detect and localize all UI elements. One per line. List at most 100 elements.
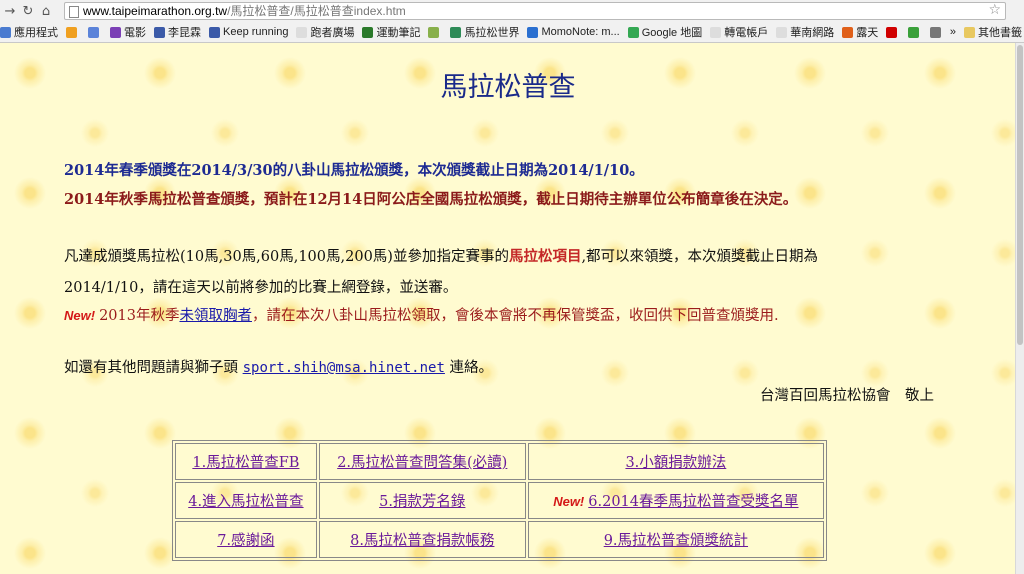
bookmark-item[interactable]: Google 地圖 bbox=[627, 24, 703, 40]
bookmark-label: 華南網路 bbox=[790, 27, 835, 39]
bookmark-icon bbox=[886, 26, 898, 38]
bookmark-icon bbox=[450, 26, 462, 38]
bookmark-item[interactable] bbox=[428, 26, 442, 38]
signoff: 台灣百回馬拉松協會 敬上 bbox=[760, 388, 934, 404]
links-cell: 2.馬拉松普查問答集(必讀) bbox=[318, 443, 526, 480]
bookmark-icon bbox=[627, 26, 639, 38]
award-paragraph: 凡達成頒獎馬拉松(10馬,30馬,60馬,100馬,200馬)並參加指定賽事的馬… bbox=[64, 245, 818, 266]
contact-email-link[interactable]: sport.shih@msa.hinet.net bbox=[243, 360, 445, 376]
bookmark-item[interactable]: 馬拉松世界 bbox=[450, 24, 519, 40]
page-viewport: 馬拉松普查 2014年春季頒獎在2014/3/30的八卦山馬拉松頒獎，本次頒獎截… bbox=[0, 43, 1016, 574]
folder-icon bbox=[964, 26, 975, 38]
link-donation-method[interactable]: 3.小額捐款辦法 bbox=[625, 455, 726, 471]
bookmark-label: Google 地圖 bbox=[641, 27, 703, 39]
bookmark-icon bbox=[88, 26, 99, 38]
link-award-stats[interactable]: 9.馬拉松普查頒獎統計 bbox=[604, 533, 748, 549]
spring-notice: 2014年春季頒獎在2014/3/30的八卦山馬拉松頒獎，本次頒獎截止日期為20… bbox=[64, 162, 644, 179]
bookmark-item[interactable]: 運動筆記 bbox=[362, 24, 420, 40]
bookmark-item[interactable] bbox=[66, 26, 80, 38]
award-text-c: ,都可以來領獎，本次頒獎截止日期為 bbox=[581, 249, 819, 265]
bookmark-label: 馬拉松世界 bbox=[464, 27, 520, 39]
links-row: 7.感謝函 8.馬拉松普查捐款帳務 9.馬拉松普查頒獎統計 bbox=[175, 521, 824, 558]
links-cell: 8.馬拉松普查捐款帳務 bbox=[318, 521, 526, 558]
bookmark-icon bbox=[527, 26, 539, 38]
reload-icon[interactable]: ↻ bbox=[20, 2, 36, 20]
bookmarks-bar: 應用程式 電影 李昆霖 Keep running 跑者廣場 運動筆記 馬拉松世界 MomoNo… bbox=[0, 22, 1024, 42]
link-award-list[interactable]: 6.2014春季馬拉松普查受獎名單 bbox=[588, 494, 798, 510]
links-row: 1.馬拉松普查FB 2.馬拉松普查問答集(必讀) 3.小額捐款辦法 bbox=[175, 443, 824, 480]
link-faq[interactable]: 2.馬拉松普查問答集(必讀) bbox=[337, 455, 507, 471]
vertical-scrollbar[interactable] bbox=[1015, 43, 1024, 574]
bookmark-item[interactable]: 李昆霖 bbox=[154, 24, 201, 40]
links-cell: 7.感謝函 bbox=[175, 521, 317, 558]
bookmark-label: 李昆霖 bbox=[168, 27, 201, 39]
link-enter-census[interactable]: 4.進入馬拉松普查 bbox=[188, 494, 303, 510]
bookmark-icon bbox=[362, 26, 374, 38]
bookmark-label: 電影 bbox=[124, 27, 146, 39]
bookmark-item[interactable] bbox=[88, 26, 102, 38]
bookmarks-overflow: » 其他書籤 bbox=[945, 22, 1022, 42]
url-host: www.taipeimarathon.org.tw bbox=[83, 4, 228, 18]
contact-line: 如還有其他問題請與獅子頭 sport.shih@msa.hinet.net 連絡… bbox=[64, 356, 493, 377]
bookmark-label: 露天 bbox=[856, 27, 879, 39]
bookmark-item[interactable]: 露天 bbox=[842, 24, 878, 40]
bookmark-icon bbox=[209, 26, 220, 38]
bookmark-star-icon[interactable]: ☆ bbox=[988, 2, 1001, 18]
address-bar[interactable]: www.taipeimarathon.org.tw/馬拉松普查/馬拉松普查ind… bbox=[64, 2, 1006, 20]
autumn-notice: 2014年秋季馬拉松普查頒獎，預計在12月14日阿公店全國馬拉松頒獎，截止日期待… bbox=[64, 191, 798, 208]
bookmark-item[interactable] bbox=[908, 26, 922, 38]
bookmark-item[interactable]: 華南網路 bbox=[776, 24, 834, 40]
forward-icon[interactable]: → bbox=[2, 2, 18, 20]
unclaimed-link[interactable]: 未領取胸者 bbox=[179, 308, 252, 324]
award-text-a: 凡達成頒獎馬拉松(10馬,30馬,60馬,100馬,200馬)並參加指定賽事的 bbox=[64, 249, 509, 265]
more-bookmarks-button[interactable]: » bbox=[950, 26, 956, 38]
bookmark-item[interactable]: Keep running bbox=[209, 26, 288, 38]
link-donor-list[interactable]: 5.捐款芳名錄 bbox=[379, 494, 465, 510]
links-cell: 1.馬拉松普查FB bbox=[175, 443, 317, 480]
bookmark-label: 跑者廣場 bbox=[310, 27, 355, 39]
scrollbar-thumb[interactable] bbox=[1017, 45, 1023, 345]
link-marathon-fb[interactable]: 1.馬拉松普查FB bbox=[192, 455, 299, 471]
bookmark-item[interactable] bbox=[886, 26, 900, 38]
bookmark-item[interactable]: MomoNote: m... bbox=[527, 26, 620, 38]
marathon-item-highlight: 馬拉松項目 bbox=[508, 248, 582, 265]
bookmark-icon bbox=[66, 26, 77, 38]
bookmark-label: Keep running bbox=[223, 26, 289, 38]
contact-text-a: 如還有其他問題請與獅子頭 bbox=[64, 360, 238, 376]
link-thank-you-letter[interactable]: 7.感謝函 bbox=[217, 533, 274, 549]
bookmark-icon bbox=[428, 26, 440, 38]
bookmark-icon bbox=[710, 26, 722, 38]
bookmark-label: 轉電帳戶 bbox=[724, 27, 769, 39]
links-cell: 5.捐款芳名錄 bbox=[318, 482, 526, 519]
bookmark-icon bbox=[930, 26, 942, 38]
page-title: 馬拉松普查 bbox=[440, 72, 576, 103]
new-badge: New! bbox=[64, 308, 96, 323]
home-icon[interactable]: ⌂ bbox=[38, 2, 54, 20]
bookmark-item[interactable] bbox=[930, 26, 944, 38]
new-notice: New! 2013年秋季未領取胸者，請在本次八卦山馬拉松領取，會後本會將不再保管獎… bbox=[64, 304, 779, 325]
bookmark-icon bbox=[110, 26, 121, 38]
links-table: 1.馬拉松普查FB 2.馬拉松普查問答集(必讀) 3.小額捐款辦法 4.進入馬拉… bbox=[172, 440, 827, 561]
bookmark-label: MomoNote: m... bbox=[541, 26, 620, 38]
deadline-paragraph: 2014/1/10，請在這天以前將參加的比賽上網登錄，並送審。 bbox=[64, 280, 458, 296]
other-bookmarks-button[interactable]: 其他書籤 bbox=[978, 24, 1022, 40]
links-cell: 3.小額捐款辦法 bbox=[527, 443, 824, 480]
bookmark-icon bbox=[154, 26, 165, 38]
links-cell: New! 6.2014春季馬拉松普查受獎名單 bbox=[527, 482, 824, 519]
contact-text-b: 連絡。 bbox=[449, 360, 494, 376]
bookmark-item[interactable]: 跑者廣場 bbox=[296, 24, 354, 40]
bookmark-label: 應用程式 bbox=[14, 27, 58, 39]
browser-chrome: → ↻ ⌂ www.taipeimarathon.org.tw/馬拉松普查/馬拉… bbox=[0, 0, 1024, 43]
bookmark-item[interactable]: 電影 bbox=[110, 24, 146, 40]
links-row: 4.進入馬拉松普查 5.捐款芳名錄 New! 6.2014春季馬拉松普查受獎名單 bbox=[175, 482, 824, 519]
bookmark-icon bbox=[776, 26, 788, 38]
page-icon bbox=[69, 6, 79, 18]
bookmark-label: 運動筆記 bbox=[376, 27, 421, 39]
link-donation-accounts[interactable]: 8.馬拉松普查捐款帳務 bbox=[350, 533, 494, 549]
new-notice-text-a: 2013年秋季 bbox=[99, 308, 180, 324]
bookmark-item[interactable]: 轉電帳戶 bbox=[710, 24, 768, 40]
bookmark-item[interactable]: 應用程式 bbox=[0, 24, 58, 40]
links-cell: 4.進入馬拉松普查 bbox=[175, 482, 317, 519]
bookmark-icon bbox=[842, 26, 854, 38]
bookmark-icon bbox=[296, 26, 308, 38]
